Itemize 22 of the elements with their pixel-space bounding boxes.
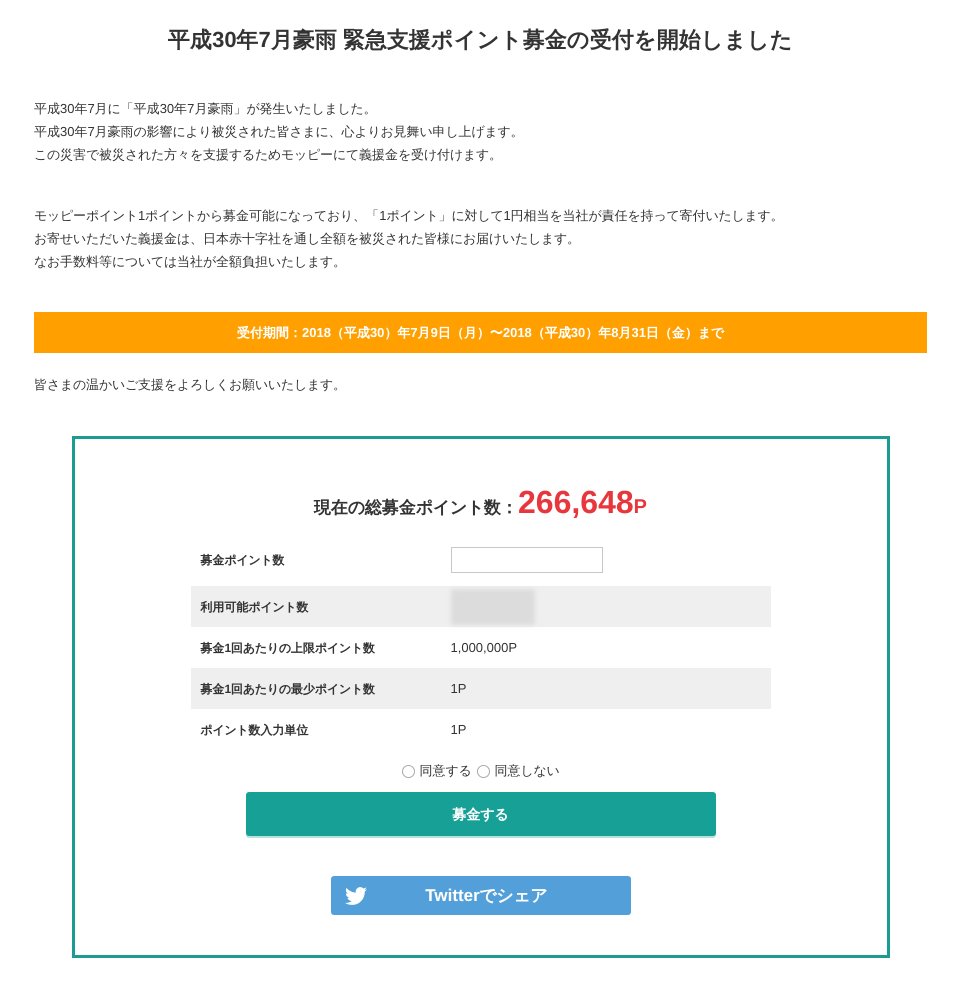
- intro-paragraph: 平成30年7月に「平成30年7月豪雨」が発生いたしました。 平成30年7月豪雨の影響により被災された皆さまに、心よりお見舞い申し上げます。 この災害で被災された方々を支援するためモッピーにて義援金を受け付けます。: [34, 100, 525, 164]
- row-value: 1P: [450, 720, 466, 739]
- row-value: 1,000,000P: [450, 638, 518, 657]
- row-label: 利用可能ポイント数: [200, 600, 308, 614]
- total-points-value: 266,648: [518, 483, 634, 521]
- closing-text: 皆さまの温かいご支援をよろしくお願いいたします。: [34, 376, 347, 394]
- row-value: 1P: [450, 680, 466, 698]
- row-label: 募金1回あたりの最少ポイント数: [200, 682, 376, 696]
- row-label: 募金ポイント数: [200, 553, 284, 567]
- page-title: 平成30年7月豪雨 緊急支援ポイント募金の受付を開始しました: [167, 26, 794, 54]
- points-unit: P: [634, 495, 647, 520]
- agreement-radio-option[interactable]: 同意しない: [476, 761, 560, 781]
- intro-paragraph: モッピーポイント1ポイントから募金可能になっており、「1ポイント」に対して1円相当を当社が責任を持って寄付いたします。 お寄せいただいた義援金は、日本赤十字社を通し全額を被災された皆様にお届けいたします。 なお手数料等については当社が全額負担いたします。: [34, 207, 785, 271]
- radio-button-icon[interactable]: [476, 764, 490, 778]
- row-label: ポイント数入力単位: [200, 722, 308, 736]
- agreement-radio-option[interactable]: 同意する: [402, 761, 472, 781]
- period-banner: 受付期間：2018（平成30）年7月9日（月）〜2018（平成30）年8月31日（金）まで: [34, 312, 927, 353]
- row-label: 募金1回あたりの上限ポイント数: [200, 640, 376, 654]
- bird-icon: [342, 884, 368, 906]
- points-input-field[interactable]: [450, 547, 602, 573]
- radio-button-icon[interactable]: [402, 764, 414, 778]
- total-points-label: 現在の総募金ポイント数：: [314, 497, 518, 519]
